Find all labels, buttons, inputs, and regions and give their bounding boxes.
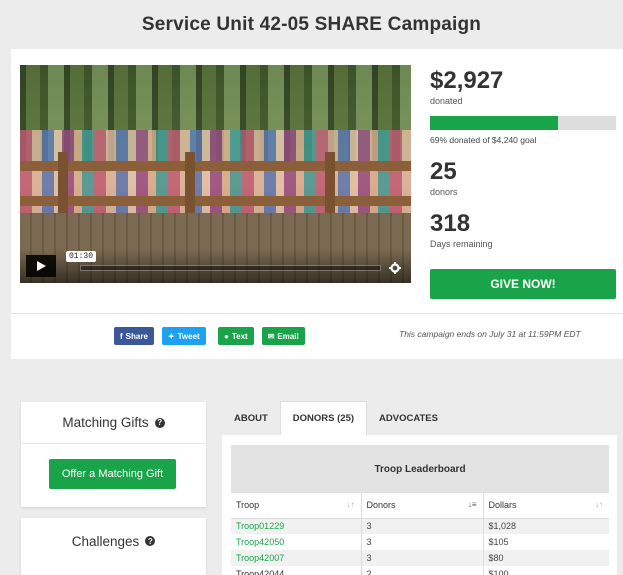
column-header-troop[interactable]: Troop ↓↑ xyxy=(231,493,362,519)
matching-gifts-card: Matching Gifts ? Offer a Matching Gift xyxy=(21,402,206,507)
video-time: 01:30 xyxy=(66,251,97,262)
dollars-cell: $100 xyxy=(488,569,509,575)
tweet-button[interactable]: ✦ Tweet xyxy=(161,327,206,345)
dollars-cell: $80 xyxy=(483,550,609,566)
challenges-card: Challenges ? xyxy=(21,518,206,575)
table-row: Troop01229 3 $1,028 xyxy=(231,518,609,534)
donor-label: donors xyxy=(430,187,458,197)
twitter-icon: ✦ xyxy=(167,331,175,341)
goal-progress-bar xyxy=(430,116,616,130)
goal-text: 69% donated of $4,240 goal xyxy=(430,135,537,145)
column-header-dollars[interactable]: Dollars ↓↑ xyxy=(483,493,609,519)
challenges-header: Challenges ? xyxy=(21,518,206,564)
offer-matching-gift-button[interactable]: Offer a Matching Gift xyxy=(49,459,176,489)
challenges-title: Challenges xyxy=(71,533,140,549)
leaderboard-title: Troop Leaderboard xyxy=(231,445,609,493)
donors-tab-panel: Troop Leaderboard Troop ↓↑ Donors ↓≡ Dol… xyxy=(222,435,617,575)
text-share-button[interactable]: ● Text xyxy=(218,327,254,345)
envelope-icon: ✉ xyxy=(267,331,275,341)
dollars-cell: $1,028 xyxy=(483,518,609,534)
email-share-button[interactable]: ✉ Email xyxy=(261,327,305,345)
goal-progress-fill xyxy=(430,116,559,130)
facebook-share-label: Share xyxy=(125,331,148,341)
column-header-donors[interactable]: Donors ↓≡ xyxy=(361,493,484,519)
tab-donors[interactable]: DONORS (25) xyxy=(279,401,368,435)
gear-icon[interactable] xyxy=(389,262,401,274)
play-button[interactable] xyxy=(26,255,56,277)
video-progress-bar[interactable] xyxy=(80,265,381,271)
donor-count: 25 xyxy=(430,158,457,185)
play-icon xyxy=(37,261,46,271)
chat-bubble-icon: ● xyxy=(224,331,229,341)
text-share-label: Text xyxy=(231,331,248,341)
tweet-label: Tweet xyxy=(177,331,200,341)
email-share-label: Email xyxy=(277,331,299,341)
sort-icon: ↓↑ xyxy=(346,500,355,509)
leaderboard-table: Troop ↓↑ Donors ↓≡ Dollars ↓↑ Troop01229… xyxy=(231,493,609,575)
donors-cell: 3 xyxy=(361,550,484,566)
table-row: Troop42050 3 $105 xyxy=(231,534,609,550)
video-rail-bottom xyxy=(20,195,411,206)
sort-icon: ↓↑ xyxy=(595,500,603,509)
tab-advocates[interactable]: ADVOCATES xyxy=(367,401,450,435)
give-now-button[interactable]: GIVE NOW! xyxy=(430,269,616,299)
days-remaining-count: 318 xyxy=(430,210,471,237)
table-row: Troop42007 3 $80 xyxy=(231,550,609,566)
campaign-stats: $2,927 donated 69% donated of $4,240 goa… xyxy=(430,67,618,249)
troop-link[interactable]: Troop42044 xyxy=(231,566,362,575)
share-buttons: f Share ✦ Tweet xyxy=(114,327,206,345)
campaign-end-notice: This campaign ends on July 31 at 11:59PM… xyxy=(399,329,581,339)
page-title: Service Unit 42-05 SHARE Campaign xyxy=(141,14,482,35)
question-icon[interactable]: ? xyxy=(145,536,156,546)
matching-gifts-title: Matching Gifts xyxy=(62,415,149,430)
troop-link[interactable]: Troop42050 xyxy=(231,534,362,550)
video-rail-top xyxy=(20,160,411,171)
facebook-icon: f xyxy=(120,331,123,341)
campaign-tabs: ABOUT DONORS (25) ADVOCATES xyxy=(222,401,450,435)
tab-about[interactable]: ABOUT xyxy=(222,401,280,435)
question-icon[interactable]: ? xyxy=(154,417,165,428)
campaign-video[interactable]: 01:30 xyxy=(20,65,411,283)
video-controls: 01:30 xyxy=(20,249,411,283)
matching-gifts-header: Matching Gifts ? xyxy=(21,402,206,444)
donors-cell: 3 xyxy=(361,518,484,534)
sort-desc-icon: ↓≡ xyxy=(467,500,477,509)
facebook-share-button[interactable]: f Share xyxy=(114,327,154,345)
troop-link[interactable]: Troop01229 xyxy=(231,518,362,534)
card-divider xyxy=(11,313,623,314)
donors-cell: 2 xyxy=(361,566,484,575)
donors-cell: 3 xyxy=(361,534,484,550)
dollars-cell: $105 xyxy=(488,537,509,547)
amount-label: donated xyxy=(430,96,463,106)
amount-donated: $2,927 xyxy=(430,67,504,94)
days-remaining-label: Days remaining xyxy=(430,239,493,249)
contact-buttons: ● Text ✉ Email xyxy=(218,327,305,345)
troop-link[interactable]: Troop42007 xyxy=(231,550,362,566)
table-row: Troop42044 2 $100 xyxy=(231,566,609,575)
campaign-card: 01:30 $2,927 donated 69% donated of $4,2… xyxy=(11,49,623,359)
